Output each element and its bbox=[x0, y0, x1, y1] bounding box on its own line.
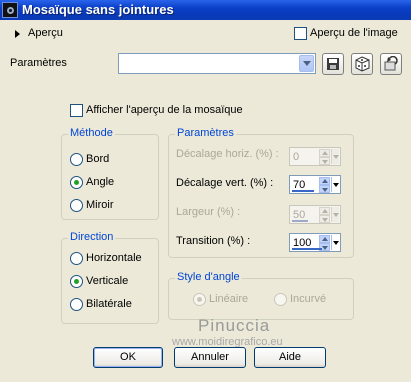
spin-level-bar bbox=[292, 248, 322, 250]
ok-button[interactable]: OK bbox=[93, 347, 163, 368]
direction-bilaterale-label[interactable]: Bilatérale bbox=[86, 298, 132, 310]
reset-button[interactable] bbox=[380, 53, 402, 75]
corner-lineaire-radio[interactable] bbox=[193, 293, 206, 306]
preset-dropdown-button[interactable] bbox=[299, 55, 314, 72]
method-angle-radio[interactable] bbox=[70, 176, 83, 189]
window-title: Mosaïque sans jointures bbox=[22, 2, 174, 17]
spin-level-bar bbox=[292, 190, 314, 192]
preset-combo[interactable] bbox=[118, 53, 316, 74]
corner-lineaire-label[interactable]: Linéaire bbox=[209, 293, 248, 305]
spin-up-icon[interactable] bbox=[319, 207, 330, 215]
direction-horizontale-radio[interactable] bbox=[70, 252, 83, 265]
method-miroir-label[interactable]: Miroir bbox=[86, 199, 114, 211]
vert-offset-label: Décalage vert. (%) : bbox=[176, 177, 274, 189]
method-angle-label[interactable]: Angle bbox=[86, 176, 114, 188]
method-bord-label[interactable]: Bord bbox=[86, 153, 109, 165]
transition-label: Transition (%) : bbox=[176, 235, 251, 247]
spin-level-bar bbox=[292, 220, 308, 222]
spin-down-icon[interactable] bbox=[319, 157, 330, 165]
preview-toggle-label[interactable]: Aperçu bbox=[28, 27, 63, 39]
parameters-group: Paramètres Décalage horiz. (%) : 0 Décal… bbox=[168, 127, 354, 258]
help-button[interactable]: Aide bbox=[254, 347, 326, 368]
image-preview-label: Aperçu de l'image bbox=[310, 27, 398, 39]
width-label: Largeur (%) : bbox=[176, 206, 241, 218]
method-bord-radio[interactable] bbox=[70, 153, 83, 166]
horiz-offset-label: Décalage horiz. (%) : bbox=[176, 148, 279, 160]
method-miroir-radio[interactable] bbox=[70, 199, 83, 212]
spin-up-icon[interactable] bbox=[319, 235, 330, 243]
corner-incurve-radio[interactable] bbox=[274, 293, 287, 306]
random-button[interactable] bbox=[351, 53, 373, 75]
reset-icon bbox=[384, 56, 398, 71]
save-preset-button[interactable] bbox=[322, 53, 344, 75]
spin-menu-icon[interactable] bbox=[331, 207, 339, 222]
show-tile-preview-checkbox[interactable] bbox=[70, 104, 83, 117]
app-icon bbox=[2, 2, 18, 18]
horiz-offset-value: 0 bbox=[293, 151, 300, 163]
params-label: Paramètres bbox=[10, 57, 67, 69]
dice-icon bbox=[355, 56, 370, 72]
chevron-down-icon bbox=[303, 61, 311, 66]
spin-menu-icon[interactable] bbox=[331, 149, 339, 164]
method-group: Méthode Bord Angle Miroir bbox=[61, 127, 159, 220]
horiz-offset-spinner[interactable]: 0 bbox=[289, 147, 341, 166]
direction-verticale-radio[interactable] bbox=[70, 275, 83, 288]
spin-up-icon[interactable] bbox=[319, 149, 330, 157]
width-spinner[interactable]: 50 bbox=[289, 205, 341, 224]
cancel-button[interactable]: Annuler bbox=[174, 347, 246, 368]
parameters-group-title: Paramètres bbox=[175, 127, 236, 139]
expand-arrow-icon[interactable] bbox=[15, 30, 20, 38]
direction-horizontale-label[interactable]: Horizontale bbox=[86, 252, 142, 264]
direction-group-title: Direction bbox=[68, 231, 116, 243]
spin-down-icon[interactable] bbox=[319, 215, 330, 223]
corner-style-group: Style d'angle Linéaire Incurvé bbox=[168, 271, 354, 320]
floppy-icon bbox=[327, 58, 339, 70]
image-preview-checkbox[interactable] bbox=[294, 27, 307, 40]
watermark-name: Pinuccia bbox=[198, 316, 271, 335]
spin-menu-icon[interactable] bbox=[331, 177, 339, 192]
corner-style-title: Style d'angle bbox=[175, 271, 242, 283]
transition-spinner[interactable]: 100 bbox=[289, 233, 341, 252]
direction-group: Direction Horizontale Verticale Bilatéra… bbox=[61, 231, 159, 324]
spin-menu-icon[interactable] bbox=[331, 235, 339, 250]
direction-verticale-label[interactable]: Verticale bbox=[86, 275, 128, 287]
direction-bilaterale-radio[interactable] bbox=[70, 298, 83, 311]
vert-offset-spinner[interactable]: 70 bbox=[289, 175, 341, 194]
corner-incurve-label[interactable]: Incurvé bbox=[290, 293, 326, 305]
title-bar[interactable]: Mosaïque sans jointures bbox=[0, 0, 411, 20]
spin-down-icon[interactable] bbox=[319, 185, 330, 193]
spin-up-icon[interactable] bbox=[319, 177, 330, 185]
show-tile-preview-label: Afficher l'aperçu de la mosaïque bbox=[86, 104, 243, 116]
method-group-title: Méthode bbox=[68, 127, 115, 139]
